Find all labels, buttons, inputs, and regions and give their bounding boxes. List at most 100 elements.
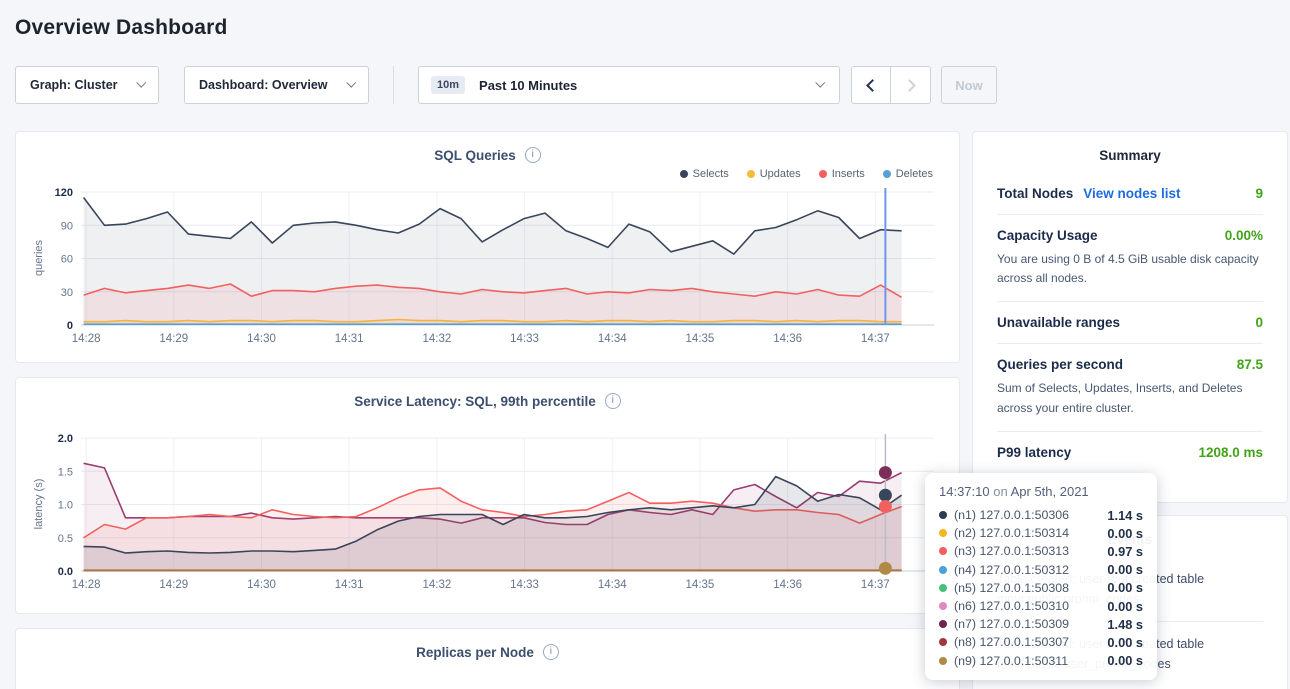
time-back-button[interactable] bbox=[851, 66, 891, 104]
svg-text:14:29: 14:29 bbox=[159, 333, 188, 345]
tooltip-node-row: (n4) 127.0.0.1:50312 0.00 s bbox=[939, 561, 1143, 579]
p99-latency-label: P99 latency bbox=[997, 445, 1071, 460]
node-color-dot-icon bbox=[939, 638, 947, 646]
summary-title: Summary bbox=[997, 148, 1263, 163]
tooltip-time: 14:37:10 bbox=[939, 484, 990, 499]
svg-text:14:33: 14:33 bbox=[510, 579, 539, 591]
node-latency-value: 0.00 s bbox=[1107, 653, 1143, 668]
node-address: (n9) 127.0.0.1:50311 bbox=[954, 654, 1100, 668]
svg-text:60: 60 bbox=[61, 254, 73, 266]
node-latency-value: 0.00 s bbox=[1107, 526, 1143, 541]
dashboard-select-dropdown[interactable]: Dashboard: Overview bbox=[184, 66, 369, 104]
summary-row-capacity: Capacity Usage 0.00% You are using 0 B o… bbox=[997, 215, 1263, 302]
p99-latency-value: 1208.0 ms bbox=[1198, 445, 1263, 460]
legend-dot-icon bbox=[680, 170, 688, 178]
qps-value: 87.5 bbox=[1237, 357, 1263, 372]
node-latency-value: 0.97 s bbox=[1107, 544, 1143, 559]
time-forward-button[interactable] bbox=[891, 66, 931, 104]
info-icon[interactable]: i bbox=[605, 393, 621, 409]
charts-column: SQL Queries i SelectsUpdatesInsertsDelet… bbox=[15, 131, 960, 689]
tooltip-node-row: (n9) 127.0.0.1:50311 0.00 s bbox=[939, 652, 1143, 670]
replicas-per-node-card: Replicas per Node i bbox=[15, 628, 960, 689]
tooltip-node-row: (n5) 127.0.0.1:50308 0.00 s bbox=[939, 579, 1143, 597]
node-color-dot-icon bbox=[939, 584, 947, 592]
summary-row-qps: Queries per second 87.5 Sum of Selects, … bbox=[997, 344, 1263, 431]
svg-text:14:36: 14:36 bbox=[773, 579, 802, 591]
chevron-left-icon bbox=[866, 79, 879, 92]
replicas-title-row: Replicas per Node i bbox=[16, 629, 959, 662]
qps-description: Sum of Selects, Updates, Inserts, and De… bbox=[997, 379, 1263, 417]
tooltip-timestamp: 14:37:10 on Apr 5th, 2021 bbox=[939, 484, 1143, 499]
graph-scope-dropdown[interactable]: Graph: Cluster bbox=[15, 66, 159, 104]
legend-dot-icon bbox=[819, 170, 827, 178]
svg-text:14:34: 14:34 bbox=[598, 579, 627, 591]
node-address: (n2) 127.0.0.1:50314 bbox=[954, 526, 1100, 540]
chevron-down-icon bbox=[346, 78, 356, 88]
tooltip-node-row: (n7) 127.0.0.1:50309 1.48 s bbox=[939, 615, 1143, 633]
info-icon[interactable]: i bbox=[525, 147, 541, 163]
legend-item-inserts: Inserts bbox=[819, 168, 865, 180]
tooltip-rows: (n1) 127.0.0.1:503061.14 s(n2) 127.0.0.1… bbox=[939, 506, 1143, 670]
unavailable-ranges-label: Unavailable ranges bbox=[997, 315, 1120, 330]
chevron-down-icon bbox=[136, 78, 146, 88]
node-latency-value: 0.00 s bbox=[1107, 580, 1143, 595]
svg-text:120: 120 bbox=[55, 187, 73, 199]
svg-text:14:36: 14:36 bbox=[773, 333, 802, 345]
node-address: (n7) 127.0.0.1:50309 bbox=[954, 617, 1100, 631]
svg-text:1.0: 1.0 bbox=[58, 500, 73, 512]
time-range-badge: 10m bbox=[431, 76, 465, 94]
sql-queries-chart-body: queries 14:2814:2914:3014:3114:3214:3314… bbox=[17, 186, 959, 346]
legend-dot-icon bbox=[747, 170, 755, 178]
svg-text:14:37: 14:37 bbox=[861, 333, 890, 345]
service-latency-card: Service Latency: SQL, 99th percentile i … bbox=[15, 377, 960, 614]
tooltip-node-row: (n3) 127.0.0.1:503130.97 s bbox=[939, 542, 1143, 560]
svg-text:14:32: 14:32 bbox=[422, 579, 451, 591]
node-address: (n5) 127.0.0.1:50308 bbox=[954, 581, 1100, 595]
info-icon[interactable]: i bbox=[543, 644, 559, 660]
chevron-down-icon bbox=[815, 78, 825, 88]
replicas-title: Replicas per Node bbox=[416, 645, 534, 660]
summary-row-total-nodes: Total Nodes View nodes list 9 bbox=[997, 173, 1263, 215]
time-range-picker[interactable]: 10m Past 10 Minutes bbox=[418, 66, 840, 104]
service-latency-chart-body: latency (s) 14:2814:2914:3014:3114:3214:… bbox=[17, 432, 959, 592]
node-color-dot-icon bbox=[939, 547, 947, 555]
view-nodes-list-link[interactable]: View nodes list bbox=[1083, 186, 1180, 201]
total-nodes-label: Total Nodes bbox=[997, 186, 1073, 201]
summary-panel: Summary Total Nodes View nodes list 9 Ca… bbox=[972, 131, 1288, 503]
tooltip-node-row: (n1) 127.0.0.1:50306 1.14 s bbox=[939, 506, 1143, 524]
node-latency-value: 1.48 s bbox=[1107, 617, 1143, 632]
svg-text:14:33: 14:33 bbox=[510, 333, 539, 345]
tooltip-date: Apr 5th, 2021 bbox=[1011, 484, 1089, 499]
node-latency-value: 1.14 s bbox=[1107, 508, 1143, 523]
svg-text:14:30: 14:30 bbox=[247, 333, 276, 345]
legend-item-deletes: Deletes bbox=[883, 168, 933, 180]
now-button[interactable]: Now bbox=[941, 66, 997, 104]
node-address: (n1) 127.0.0.1:50306 bbox=[954, 508, 1100, 522]
svg-text:14:37: 14:37 bbox=[861, 579, 890, 591]
tooltip-node-row: (n2) 127.0.0.1:50314 0.00 s bbox=[939, 524, 1143, 542]
svg-text:14:35: 14:35 bbox=[686, 579, 715, 591]
node-color-dot-icon bbox=[939, 657, 947, 665]
tooltip-connector: on bbox=[993, 484, 1007, 499]
svg-text:14:31: 14:31 bbox=[335, 333, 364, 345]
legend-item-updates: Updates bbox=[747, 168, 801, 180]
summary-row-unavailable-ranges: Unavailable ranges 0 bbox=[997, 302, 1263, 344]
capacity-usage-description: You are using 0 B of 4.5 GiB usable disk… bbox=[997, 250, 1263, 288]
svg-text:30: 30 bbox=[61, 287, 73, 299]
node-color-dot-icon bbox=[939, 620, 947, 628]
overview-dashboard-page: Overview Dashboard Graph: Cluster Dashbo… bbox=[0, 0, 1290, 689]
capacity-usage-label: Capacity Usage bbox=[997, 228, 1098, 243]
node-address: (n4) 127.0.0.1:50312 bbox=[954, 563, 1100, 577]
service-latency-chart[interactable]: 14:2814:2914:3014:3114:3214:3314:3414:35… bbox=[17, 432, 946, 592]
service-latency-title-row: Service Latency: SQL, 99th percentile i bbox=[16, 378, 959, 411]
dashboard-select-label: Dashboard: Overview bbox=[199, 78, 328, 92]
sql-queries-chart[interactable]: 14:2814:2914:3014:3114:3214:3314:3414:35… bbox=[17, 186, 946, 346]
node-latency-value: 0.00 s bbox=[1107, 635, 1143, 650]
svg-text:14:31: 14:31 bbox=[335, 579, 364, 591]
svg-text:0.5: 0.5 bbox=[58, 533, 73, 545]
svg-text:14:28: 14:28 bbox=[72, 579, 101, 591]
node-latency-value: 0.00 s bbox=[1107, 562, 1143, 577]
service-latency-title: Service Latency: SQL, 99th percentile bbox=[354, 394, 596, 409]
chevron-right-icon bbox=[903, 79, 916, 92]
svg-text:14:30: 14:30 bbox=[247, 579, 276, 591]
